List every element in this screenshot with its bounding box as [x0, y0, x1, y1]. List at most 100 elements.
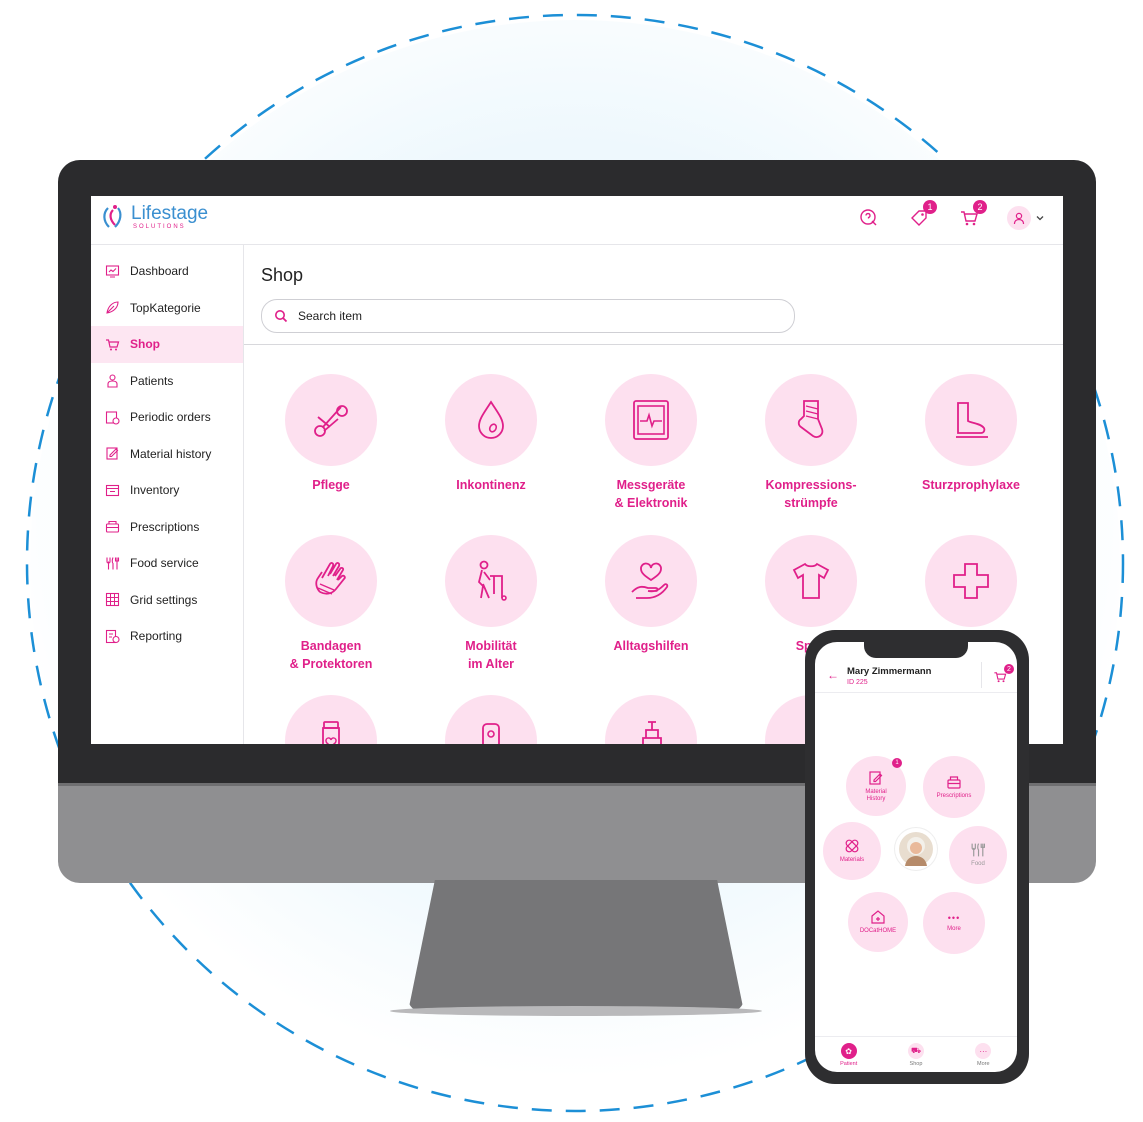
materials-bubble[interactable]: Materials	[823, 822, 881, 880]
sidebar-item-dashboard[interactable]: Dashboard	[91, 253, 243, 290]
sidebar-item-inventory[interactable]: Inventory	[91, 472, 243, 509]
patient-tab-icon: ✿	[840, 1043, 857, 1059]
material-history-icon	[104, 446, 120, 462]
sidebar-item-grid-settings[interactable]: Grid settings	[91, 582, 243, 619]
sidebar-item-label: Dashboard	[130, 264, 189, 279]
sidebar-item-label: Prescriptions	[130, 519, 200, 534]
tab-label: Patient	[840, 1061, 858, 1067]
prescriptions-bubble[interactable]: Prescriptions	[923, 756, 985, 818]
sidebar-item-food-service[interactable]: Food service	[91, 545, 243, 582]
inventory-icon	[104, 482, 120, 498]
material-history-bubble[interactable]: Material History 1	[846, 756, 906, 816]
notifications-badge: 1	[923, 200, 937, 214]
sidebar: Dashboard TopKategorie Shop Patients Per…	[91, 245, 244, 744]
phone-cart-button[interactable]: 2	[993, 664, 1014, 689]
boot-icon	[925, 374, 1017, 466]
bubble-label: Material History	[865, 788, 887, 802]
back-arrow-icon[interactable]: ←	[827, 668, 839, 682]
reporting-icon	[104, 628, 120, 644]
dashboard-icon	[104, 263, 120, 279]
category-medical[interactable]	[896, 535, 1046, 627]
patient-photo	[895, 828, 937, 870]
heart-hand-icon	[605, 535, 697, 627]
stocking-icon	[765, 374, 857, 466]
tab-patient[interactable]: ✿ Patient	[824, 1037, 874, 1072]
brand-logo[interactable]: Lifestage SOLUTIONS	[101, 204, 208, 230]
category-partial-3[interactable]	[576, 695, 726, 744]
patient-id: ID 225	[847, 679, 868, 686]
bubble-label: More	[947, 926, 961, 932]
category-inkontinenz[interactable]: Inkontinenz	[416, 374, 566, 494]
category-bandagen[interactable]: Bandagen & Protektoren	[256, 535, 406, 673]
bubble-label: DOCatHOME	[859, 928, 897, 934]
more-bubble[interactable]: ••• More	[923, 892, 985, 954]
more-dots-icon: ···	[975, 1043, 992, 1059]
header-divider	[244, 344, 1063, 345]
category-label: Mobilität im Alter	[465, 639, 517, 671]
search-input[interactable]	[296, 308, 740, 324]
more-dots-icon: •••	[947, 913, 961, 923]
pump-bottle-icon	[605, 695, 697, 744]
sidebar-item-reporting[interactable]: Reporting	[91, 618, 243, 655]
page-title: Shop	[261, 265, 304, 285]
phone-cart-badge: 2	[1004, 664, 1014, 674]
header-divider	[981, 662, 982, 688]
user-menu-button[interactable]	[1007, 206, 1045, 230]
sidebar-item-periodic-orders[interactable]: Periodic orders	[91, 399, 243, 436]
spray-icon	[445, 695, 537, 744]
tab-more[interactable]: ··· More	[958, 1037, 1008, 1072]
category-messgeraete[interactable]: Messgeräte & Elektronik	[576, 374, 726, 512]
sidebar-item-label: Grid settings	[130, 592, 198, 607]
brand-subtitle: SOLUTIONS	[133, 223, 186, 230]
category-partial-1[interactable]	[256, 695, 406, 744]
cart-button[interactable]: 2	[957, 200, 987, 230]
walker-icon	[445, 535, 537, 627]
category-alltagshilfen[interactable]: Alltagshilfen	[576, 535, 726, 655]
sidebar-item-material-history[interactable]: Material history	[91, 436, 243, 473]
cart-icon	[104, 336, 120, 352]
category-label: Pflege	[312, 478, 350, 492]
cutlery-icon	[104, 555, 120, 571]
avatar	[1007, 206, 1031, 230]
search-icon	[274, 309, 288, 323]
sidebar-item-label: Reporting	[130, 629, 183, 644]
docathome-bubble[interactable]: DOCatHOME	[848, 892, 908, 952]
stand-shadow	[390, 1006, 762, 1016]
category-partial-2[interactable]	[416, 695, 566, 744]
sidebar-item-label: Shop	[130, 337, 160, 352]
cutlery-icon	[971, 843, 985, 857]
category-pflege[interactable]: Pflege	[256, 374, 406, 494]
category-label: Messgeräte & Elektronik	[614, 478, 688, 510]
sidebar-item-shop[interactable]: Shop	[91, 326, 243, 363]
periodic-orders-icon	[104, 409, 120, 425]
chevron-down-icon	[1036, 216, 1044, 221]
monitor-stand	[408, 880, 744, 1012]
patient-icon	[104, 373, 120, 389]
material-history-badge: 1	[892, 758, 902, 768]
category-sturzprophylaxe[interactable]: Sturzprophylaxe	[896, 374, 1046, 494]
drop-icon	[445, 374, 537, 466]
brand-name: Lifestage	[131, 202, 209, 224]
patient-avatar-image	[899, 832, 933, 866]
patient-header: ← Mary Zimmermann ID 225 2	[815, 656, 1017, 693]
search-field[interactable]	[261, 299, 795, 333]
top-actions: 1 2	[857, 200, 1045, 230]
sidebar-item-prescriptions[interactable]: Prescriptions	[91, 509, 243, 546]
sidebar-item-label: Food service	[130, 556, 199, 571]
tab-label: More	[977, 1061, 990, 1067]
notifications-button[interactable]: 1	[907, 200, 937, 230]
bubble-label: Materials	[839, 857, 865, 863]
tab-shop[interactable]: ⛟ Shop	[891, 1037, 941, 1072]
logo-mark-icon	[103, 205, 122, 228]
food-bubble[interactable]: Food	[949, 826, 1007, 884]
sidebar-item-patients[interactable]: Patients	[91, 363, 243, 400]
leaf-icon	[104, 300, 120, 316]
material-history-icon	[869, 770, 883, 785]
sidebar-item-topkategorie[interactable]: TopKategorie	[91, 290, 243, 327]
category-label: Bandagen & Protektoren	[289, 639, 373, 671]
category-kompressionsstruempfe[interactable]: Kompressions- strümpfe	[736, 374, 886, 512]
cross-icon	[925, 535, 1017, 627]
cart-icon: ⛟	[907, 1043, 924, 1059]
category-mobilitaet[interactable]: Mobilität im Alter	[416, 535, 566, 673]
help-button[interactable]	[857, 206, 881, 230]
